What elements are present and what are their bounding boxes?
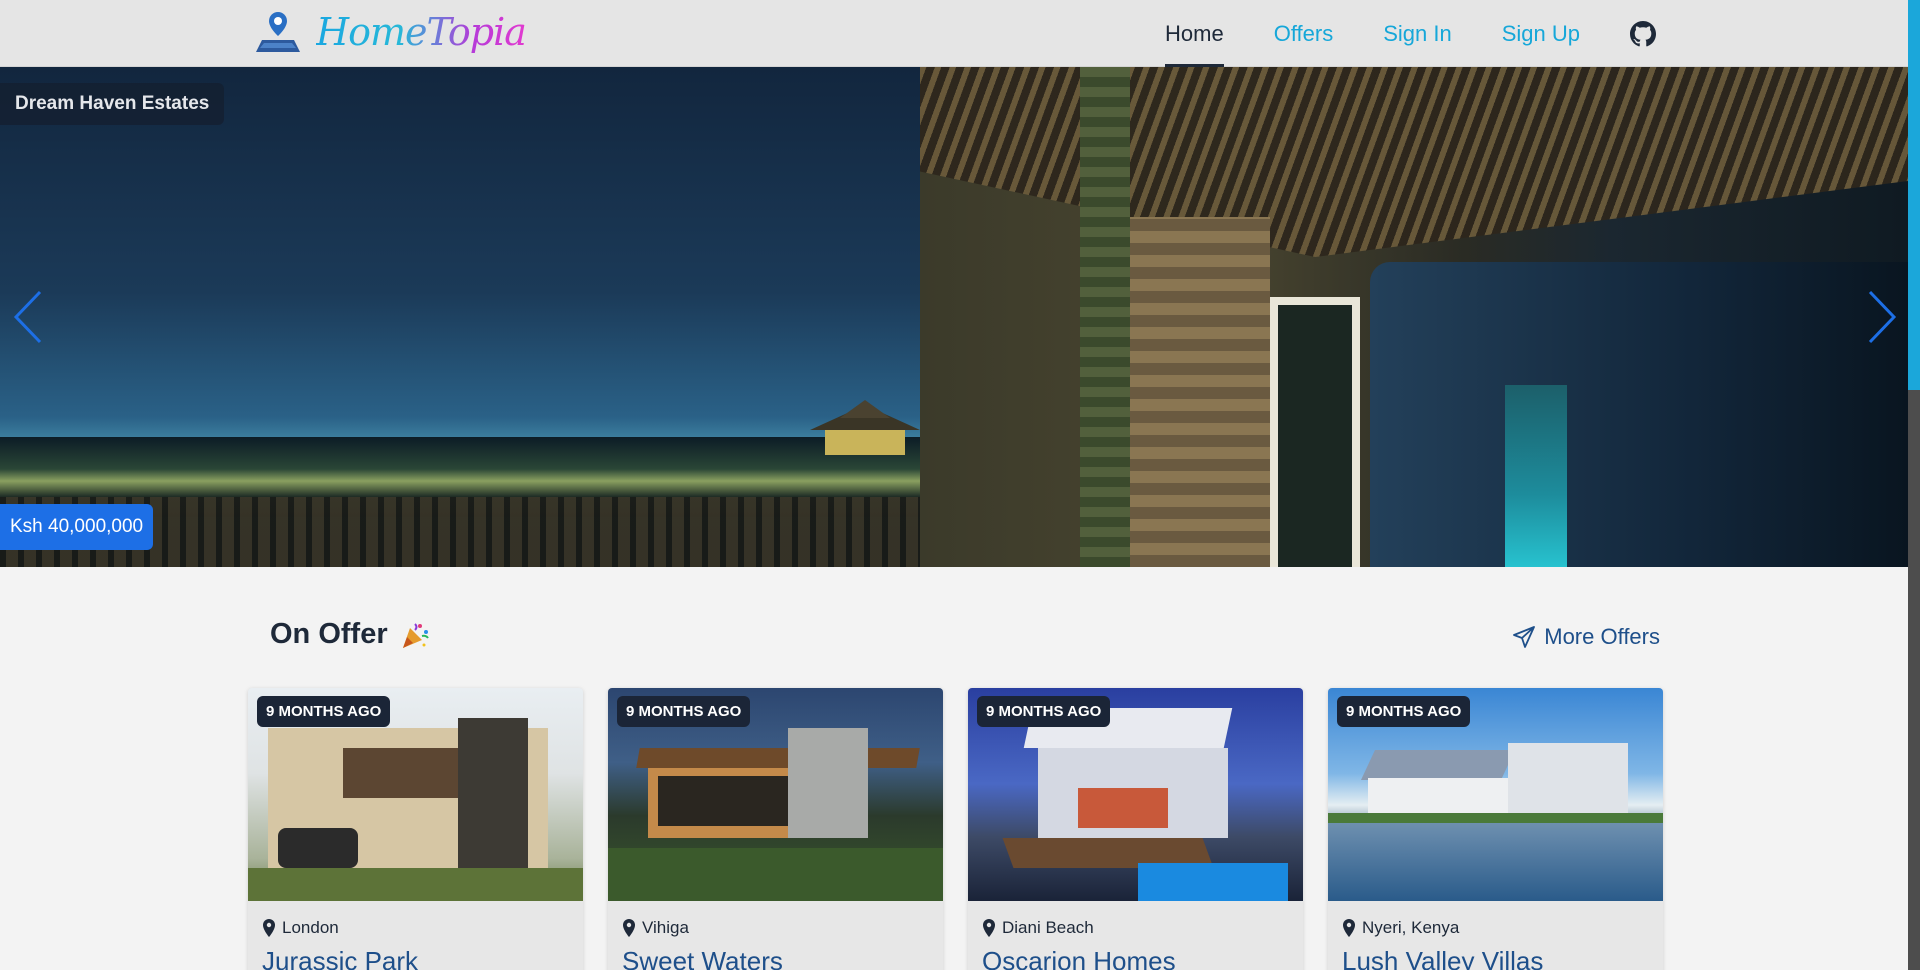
- main-nav: Home Offers Sign In Sign Up: [1165, 0, 1658, 67]
- listing-name[interactable]: Lush Valley Villas: [1342, 946, 1543, 970]
- brand-logo[interactable]: HomeTopia: [250, 8, 527, 56]
- listing-name[interactable]: Sweet Waters: [622, 946, 783, 970]
- page-scrollbar[interactable]: [1908, 0, 1920, 970]
- map-pin-icon: [1343, 919, 1355, 937]
- hero-price-badge: Ksh 40,000,000: [0, 504, 154, 550]
- listing-card[interactable]: 9 MONTHS AGO Nyeri, Kenya Lush Valley Vi…: [1328, 688, 1663, 970]
- listing-name[interactable]: Jurassic Park: [262, 946, 418, 970]
- map-pin-house-icon: [256, 12, 300, 52]
- more-offers-link[interactable]: More Offers: [1512, 624, 1660, 650]
- map-pin-icon: [263, 919, 275, 937]
- time-badge: 9 MONTHS AGO: [257, 696, 391, 727]
- map-pin-icon: [983, 919, 995, 937]
- github-icon[interactable]: [1630, 20, 1658, 48]
- listing-card[interactable]: 9 MONTHS AGO London Jurassic Park: [248, 688, 583, 970]
- listing-location: Diani Beach: [982, 918, 1094, 938]
- section-title: On Offer: [270, 618, 430, 651]
- scrollbar-thumb[interactable]: [1908, 390, 1920, 970]
- nav-offers[interactable]: Offers: [1274, 0, 1334, 67]
- next-slide-button[interactable]: [1860, 287, 1900, 347]
- offers-section-header: On Offer More Offers: [270, 618, 1660, 658]
- listing-card[interactable]: 9 MONTHS AGO Diani Beach Oscarion Homes: [968, 688, 1303, 970]
- listing-name[interactable]: Oscarion Homes: [982, 946, 1176, 970]
- listing-card[interactable]: 9 MONTHS AGO Vihiga Sweet Waters: [608, 688, 943, 970]
- listing-location: London: [262, 918, 339, 938]
- send-icon: [1513, 626, 1536, 648]
- hero-slider: Dream Haven Estates Ksh 40,000,000: [0, 67, 1908, 567]
- nav-sign-up[interactable]: Sign Up: [1502, 0, 1580, 67]
- prev-slide-button[interactable]: [10, 287, 50, 347]
- party-popper-icon: [402, 622, 429, 648]
- brand-name: HomeTopia: [316, 10, 527, 54]
- nav-home[interactable]: Home: [1165, 0, 1224, 67]
- listing-location: Nyeri, Kenya: [1342, 918, 1459, 938]
- time-badge: 9 MONTHS AGO: [1337, 696, 1471, 727]
- hero-listing-title: Dream Haven Estates: [0, 83, 225, 125]
- time-badge: 9 MONTHS AGO: [617, 696, 751, 727]
- time-badge: 9 MONTHS AGO: [977, 696, 1111, 727]
- top-navbar: HomeTopia Home Offers Sign In Sign Up: [0, 0, 1908, 67]
- nav-sign-in[interactable]: Sign In: [1383, 0, 1452, 67]
- offer-cards: 9 MONTHS AGO London Jurassic Park 9 MONT…: [248, 688, 1663, 970]
- map-pin-icon: [623, 919, 635, 937]
- listing-location: Vihiga: [622, 918, 689, 938]
